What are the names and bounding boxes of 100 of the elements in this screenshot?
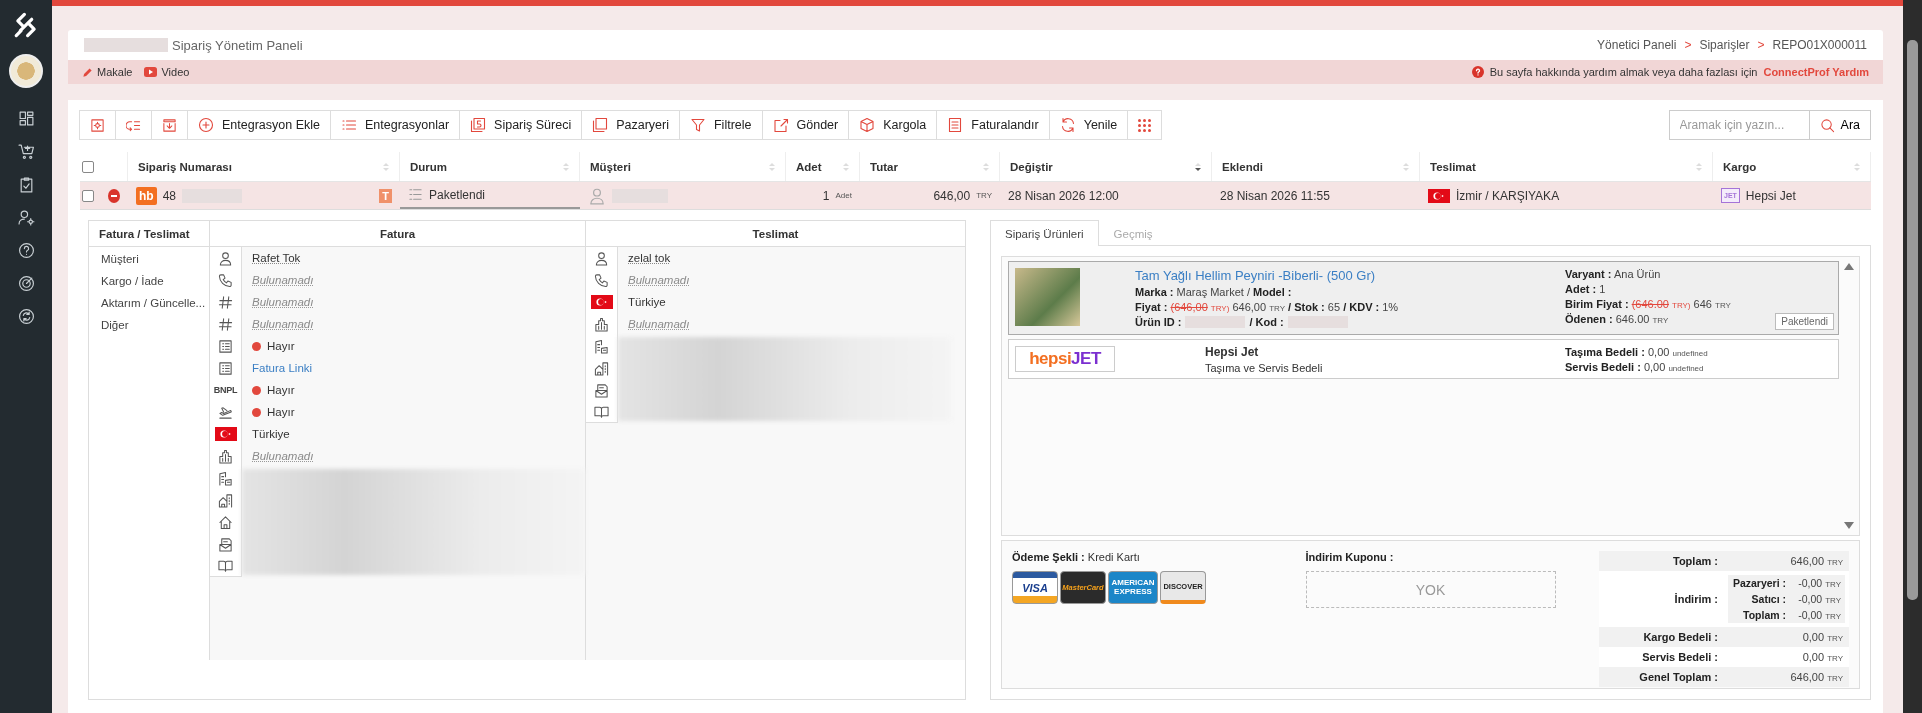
total-value: 0,00 TRY [1724, 627, 1849, 647]
search-icon [1819, 117, 1835, 133]
help-link[interactable]: Makale [82, 66, 133, 78]
checkbox[interactable] [82, 160, 94, 173]
download-button[interactable] [151, 110, 188, 140]
total-value: -0,00 TRY [1797, 608, 1842, 623]
avatar[interactable] [9, 54, 43, 88]
list-toggle-button[interactable] [115, 110, 152, 140]
list-icon [408, 187, 423, 202]
icon-label: BNPL [213, 385, 238, 395]
payment-method: Ödeme Şekli : Kredi Kartı [1012, 551, 1141, 563]
menu-item[interactable]: Aktarım / Güncelle... [101, 297, 209, 309]
hash-icon [218, 294, 233, 310]
menu-item[interactable]: Kargo / İade [101, 275, 209, 287]
column-header[interactable]: Değiştir [1000, 152, 1212, 181]
detail-line: Marka : Maraş Market / Model : [1135, 286, 1292, 298]
carrier-description: Taşıma ve Servis Bedeli [1205, 361, 1324, 374]
status-field[interactable]: Paketlendi [400, 182, 580, 209]
buildings-icon [594, 316, 609, 332]
plus-circle-icon [198, 117, 214, 133]
column-header[interactable]: Adet [786, 152, 860, 181]
scrollbar[interactable] [1903, 0, 1922, 713]
breadcrumb-link[interactable]: Yönetici Paneli [1597, 38, 1677, 52]
table-cell-text: 28 Nisan 2026 11:55 [1219, 187, 1331, 205]
total-value: 646,00 TRY [1724, 551, 1849, 571]
book-icon [594, 404, 609, 419]
total-value: -0,00 TRY [1797, 592, 1842, 607]
table-cell-text: 1 Adet [821, 187, 853, 205]
card-brand-logo: VISA [1012, 571, 1058, 604]
tab[interactable]: Sipariş Ürünleri [990, 220, 1099, 246]
stacked-squares-icon [592, 117, 609, 133]
carrier-logo: hepsiJET [1015, 346, 1115, 372]
column-header[interactable]: Müşteri [580, 152, 786, 181]
breadcrumb-link[interactable]: Siparişler [1699, 38, 1750, 52]
toolbar-button[interactable]: Pazaryeri [581, 110, 680, 140]
document-icon [947, 117, 964, 133]
column-header[interactable]: Eklendi [1212, 152, 1420, 181]
column-header[interactable]: Tutar [860, 152, 1000, 181]
total-label: Toplam : [1599, 551, 1724, 571]
total-value: 0,00 TRY [1724, 647, 1849, 667]
flag-icon [1428, 188, 1450, 203]
sync-icon [17, 308, 35, 325]
product-link[interactable]: Tam Yağlı Hellim Peyniri -Biberli- (500 Gr) [1135, 268, 1565, 283]
total-label: Toplam : [1742, 608, 1787, 623]
flag-icon [214, 427, 237, 441]
page-title: Sipariş Yönetim Paneli [172, 37, 303, 53]
card-brand-logo: AMERICAN EXPRESS [1108, 571, 1158, 604]
checkbox[interactable] [82, 189, 94, 202]
field-value: Rafet Tok [252, 252, 301, 264]
more-button[interactable] [1127, 110, 1163, 140]
search-field[interactable]: Aramak için yazın... [1668, 110, 1810, 140]
toolbar-button[interactable]: Entegrasyonlar [330, 110, 461, 140]
airplane-icon [218, 404, 233, 420]
document-icon [218, 360, 233, 376]
download-icon [162, 117, 177, 133]
toolbar-button[interactable]: Gönder [761, 110, 850, 140]
toolbar-button[interactable]: Faturalandır [936, 110, 1050, 140]
target-icon [17, 275, 35, 292]
settings-button[interactable] [79, 110, 116, 140]
column-header[interactable]: Sipariş Numarası [128, 152, 400, 181]
person-icon [218, 250, 233, 266]
breadcrumb-separator: > [1757, 38, 1765, 52]
help-link[interactable]: Video [144, 66, 190, 78]
column-header[interactable]: Teslimat [1420, 152, 1713, 181]
toolbar-button[interactable]: Sipariş Süreci [459, 110, 583, 140]
hash-icon [218, 316, 233, 332]
menu-item[interactable]: Diğer [101, 319, 209, 331]
detail-line: Taşıma Bedeli : 0,00 undefined [1565, 345, 1708, 358]
video-icon [144, 67, 158, 77]
toolbar-button[interactable]: Yenile [1048, 110, 1129, 140]
search-button[interactable]: Ara [1809, 110, 1871, 140]
scroll-down-icon[interactable] [1844, 522, 1854, 529]
photo-placeholder [1015, 268, 1080, 326]
list-icon [341, 117, 357, 133]
total-value: -0,00 TRY [1797, 576, 1842, 591]
carrier-name: Hepsi Jet [1205, 344, 1260, 359]
column-header[interactable]: Kargo [1713, 152, 1871, 181]
field-value: zelal tok [628, 252, 671, 264]
order-id-text: REPO01X000011 [1772, 38, 1867, 52]
status-text: Hayır [267, 384, 295, 396]
home-building-icon [594, 360, 609, 376]
logo-icon [13, 12, 39, 38]
collapse-icon[interactable] [108, 188, 120, 203]
status-text: Hayır [267, 340, 295, 352]
column-header[interactable]: Durum [400, 152, 580, 181]
table-cell: Hepsi Jet [1745, 188, 1796, 203]
menu-item[interactable]: Müşteri [101, 253, 209, 265]
toolbar-button[interactable]: Kargola [848, 110, 938, 140]
building-icon [218, 470, 233, 486]
house-icon [218, 514, 233, 530]
toolbar-button[interactable]: Entegrasyon Ekle [187, 110, 331, 140]
dashboard-icon [17, 110, 35, 127]
invoice-link[interactable]: Fatura Linki [252, 362, 313, 374]
toolbar-button[interactable]: Filtrele [679, 110, 763, 140]
field-value: Türkiye [252, 428, 290, 440]
table-cell: İzmir / KARŞIYAKA [1456, 188, 1560, 203]
user-settings-icon [17, 209, 35, 226]
question-icon [1471, 66, 1484, 78]
dots-grid-icon [1138, 118, 1152, 132]
field-label: Ürün ID : [1135, 316, 1182, 328]
